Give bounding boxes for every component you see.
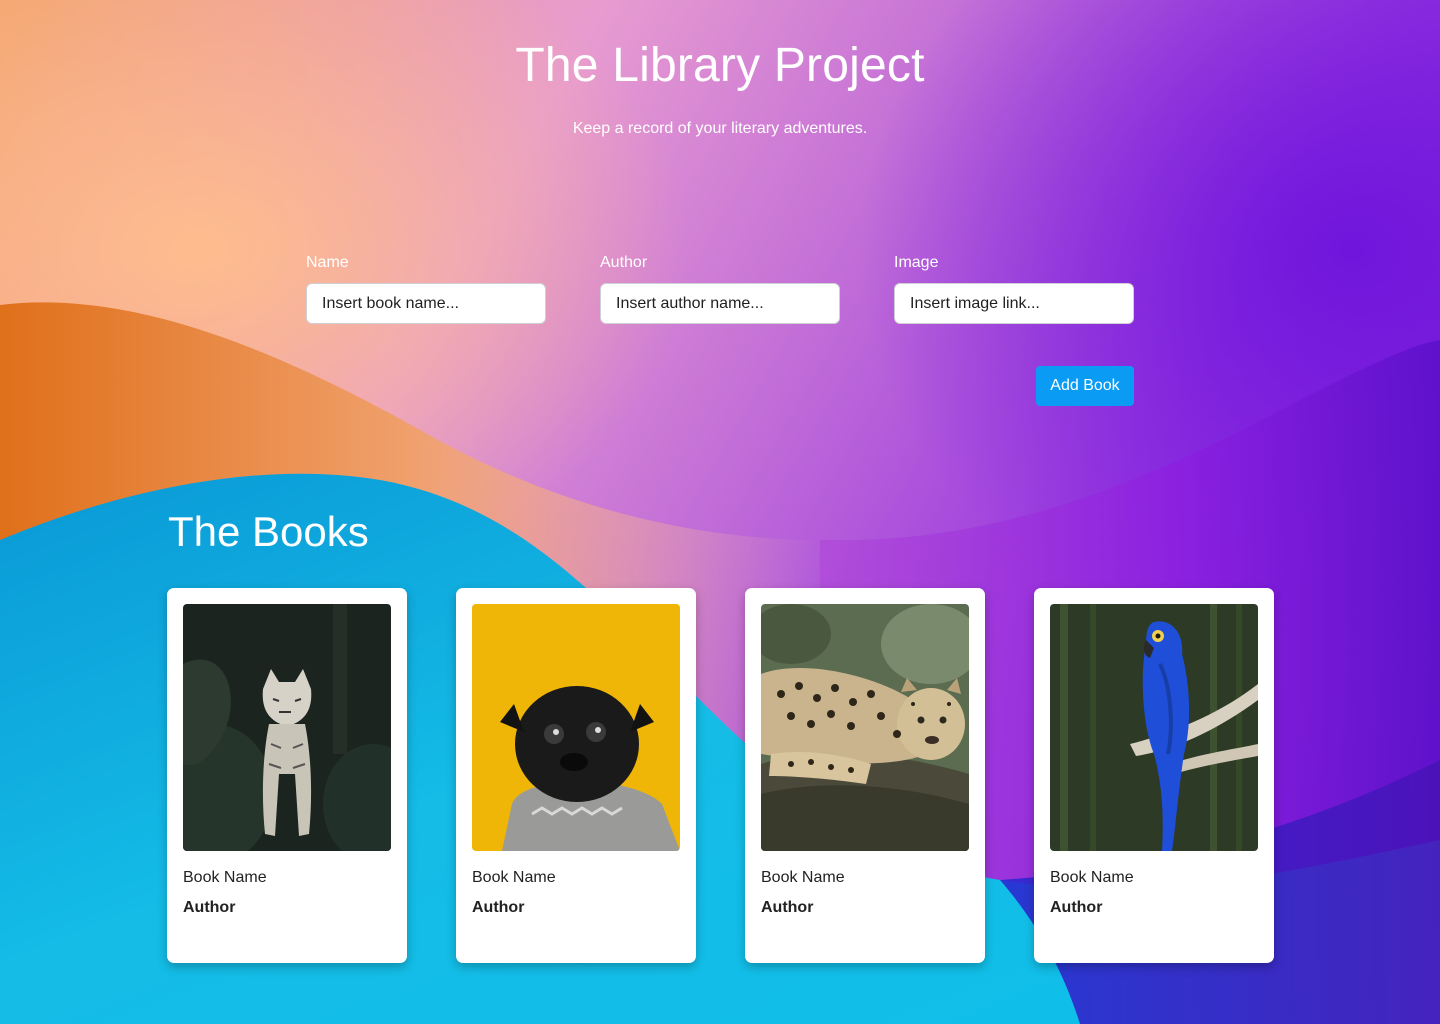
books-section-title: The Books [168,508,369,555]
white-tiger-photo [183,604,391,851]
book-cover-image [761,604,969,851]
book-author: Author [761,899,814,916]
page-subtitle: Keep a record of your literary adventure… [572,120,868,137]
book-name: Book Name [1050,869,1134,886]
book-card[interactable]: Book Name Author [456,588,696,963]
author-field-group: Author [600,254,842,324]
book-name-input[interactable] [306,283,546,324]
name-field-group: Name [306,254,548,324]
book-card[interactable]: Book Name Author [745,588,985,963]
book-card[interactable]: Book Name Author [1034,588,1274,963]
book-cover-image [472,604,680,851]
name-label: Name [306,254,349,271]
author-name-input[interactable] [600,283,840,324]
page-title: The Library Project [515,39,925,92]
library-page: The Library Project Keep a record of you… [0,0,1440,1024]
book-name: Book Name [761,869,845,886]
blue-macaw-photo [1050,604,1258,851]
image-link-input[interactable] [894,283,1134,324]
book-author: Author [183,899,236,916]
book-cover-image [1050,604,1258,851]
add-book-button[interactable]: Add Book [1036,366,1134,406]
image-field-group: Image [894,254,1136,324]
book-name: Book Name [183,869,267,886]
book-cover-image [183,604,391,851]
pug-in-sweater-photo [472,604,680,851]
book-author: Author [472,899,525,916]
author-label: Author [600,254,648,271]
leopard-photo [761,604,969,851]
book-author: Author [1050,899,1103,916]
image-label: Image [894,254,939,271]
book-card[interactable]: Book Name Author [167,588,407,963]
book-name: Book Name [472,869,556,886]
